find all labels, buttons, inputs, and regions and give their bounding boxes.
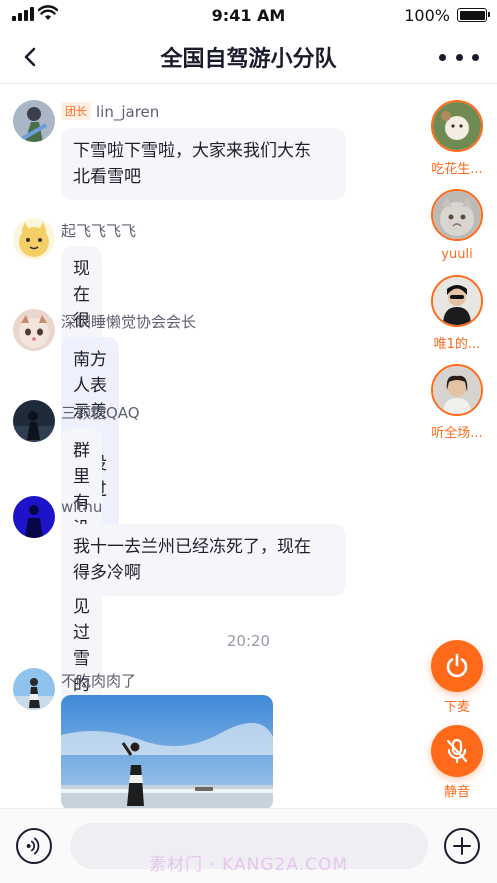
photo-message[interactable] [61,695,273,810]
timestamp: 20:20 [226,632,271,650]
leave-mic-control: 下麦 [429,640,485,715]
composer-bar: 素材门 · KANG2A.COM [0,808,497,883]
battery-icon [457,8,490,22]
avatar[interactable] [13,309,55,351]
speaker-name: 唯1的... [433,337,481,352]
mic-off-icon [446,738,468,764]
avatar[interactable] [13,218,55,260]
avatar[interactable] [13,100,55,142]
page-title: 全国自驾游小分队 [160,47,337,72]
power-icon [446,653,468,678]
message-bubble[interactable]: 我十一去兰州已经冻死了，现在 得多冷啊 [61,524,346,596]
leave-mic-button[interactable] [431,640,483,692]
sender-name: withu [61,498,103,516]
speaker-name: 听全场... [431,426,483,441]
sender-name: 起飞飞飞飞 [61,222,137,240]
battery-percent: 100% [404,6,450,25]
avatar [431,189,483,241]
watermark: 素材门 · KANG2A.COM [148,855,349,875]
avatar [431,275,483,327]
speaker-item[interactable]: 唯1的... [429,275,485,352]
avatar[interactable] [13,400,55,442]
message-bubble[interactable]: 下雪啦下雪啦，大家来我们大东 北看雪吧 [61,128,346,200]
mute-button[interactable] [431,725,483,777]
mute-control: 静音 [429,725,485,800]
mute-label: 静音 [443,785,470,800]
avatar [431,364,483,416]
speaker-item[interactable]: 听全场... [429,364,485,441]
speaker-name: yuuli [441,247,473,262]
leader-badge: 团长 [61,102,91,120]
sender-name: 深圳睡懒觉协会会长 [61,313,197,331]
status-bar: 9:41 AM 100% [0,0,497,30]
avatar[interactable] [13,668,55,710]
leave-mic-label: 下麦 [443,700,470,715]
sender-name: 不吃肉肉了 [61,672,137,690]
avatar[interactable] [13,496,55,538]
back-arrow-icon[interactable] [16,42,46,72]
nav-bar: 全国自驾游小分队 [0,30,497,84]
sender-name: 三颗糖QAQ [61,404,140,422]
speaker-name: 吃花生... [431,162,483,177]
sender-name: 团长 lin_jaren [61,102,159,121]
avatar [431,100,483,152]
speaker-item[interactable]: yuuli [429,189,485,262]
speaker-item[interactable]: 吃花生... [429,100,485,177]
more-dots-icon[interactable] [439,43,479,71]
